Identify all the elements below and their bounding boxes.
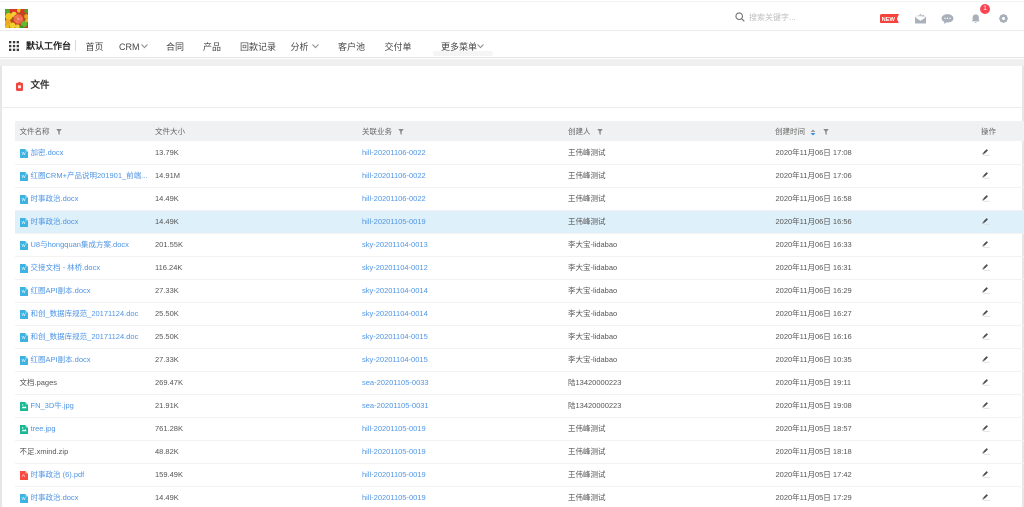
svg-text:W: W [21, 496, 25, 501]
svg-text:W: W [21, 243, 25, 248]
svg-text:W: W [21, 197, 25, 202]
svg-text:W: W [21, 174, 25, 179]
svg-text:W: W [21, 220, 25, 225]
svg-text:W: W [21, 289, 25, 294]
svg-text:W: W [21, 151, 25, 156]
svg-text:W: W [21, 312, 25, 317]
svg-text:NEW: NEW [882, 17, 896, 23]
svg-text:W: W [21, 266, 25, 271]
svg-text:W: W [21, 358, 25, 363]
svg-text:W: W [21, 335, 25, 340]
